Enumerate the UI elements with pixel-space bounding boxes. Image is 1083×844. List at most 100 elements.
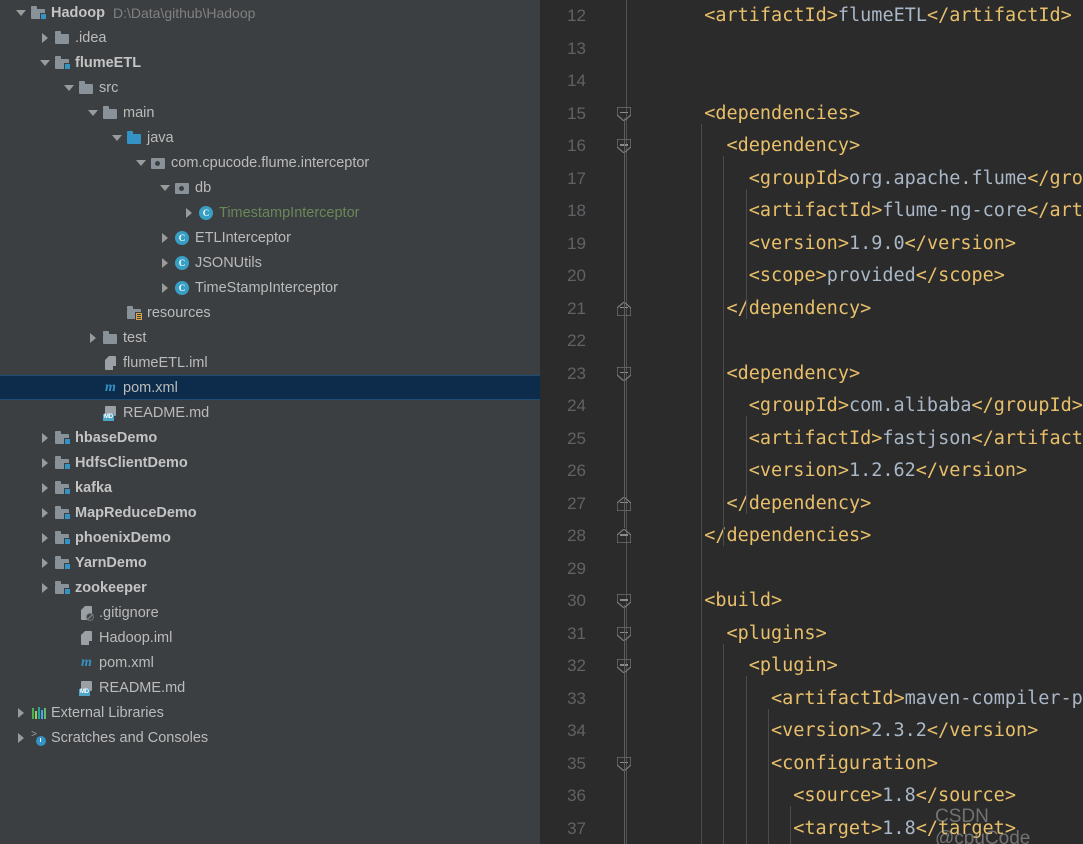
code-line[interactable]: 19 <version>1.9.0</version> <box>540 228 1083 261</box>
code-token: 1.8 <box>882 785 916 806</box>
fold-connector-line <box>623 800 625 844</box>
chevron-right-icon[interactable] <box>38 580 54 596</box>
pom-xml-editor[interactable]: 12 <artifactId>flumeETL</artifactId> 13 14 1… <box>540 0 1083 844</box>
tree-row[interactable]: C TimestampInterceptor <box>0 200 540 225</box>
tree-item-label: TimestampInterceptor <box>219 204 360 221</box>
tree-row[interactable]: flumeETL.iml <box>0 350 540 375</box>
code-line[interactable]: 27 </dependency> <box>540 488 1083 521</box>
line-number: 25 <box>567 428 586 448</box>
chevron-right-icon[interactable] <box>38 480 54 496</box>
chevron-down-icon[interactable] <box>158 180 174 196</box>
tree-row[interactable]: .gitignore <box>0 600 540 625</box>
tree-row[interactable]: test <box>0 325 540 350</box>
code-line[interactable]: 16 <dependency> <box>540 130 1083 163</box>
tree-row[interactable]: phoenixDemo <box>0 525 540 550</box>
code-line[interactable]: 23 <dependency> <box>540 358 1083 391</box>
tree-row[interactable]: HdfsClientDemo <box>0 450 540 475</box>
chevron-right-icon[interactable] <box>14 730 30 746</box>
code-line[interactable]: 30 <build> <box>540 585 1083 618</box>
chevron-right-icon[interactable] <box>38 530 54 546</box>
tree-item-label: pom.xml <box>123 379 178 396</box>
tree-item-label: flumeETL <box>75 54 142 71</box>
code-line[interactable]: 21 </dependency> <box>540 293 1083 326</box>
tree-row[interactable]: zookeeper <box>0 575 540 600</box>
project-tool-window[interactable]: Hadoop D:\Data\github\Hadoop .idea flumeETL… <box>0 0 540 844</box>
chevron-down-icon[interactable] <box>134 155 150 171</box>
code-line[interactable]: 28 </dependencies> <box>540 520 1083 553</box>
code-line[interactable]: 18 <artifactId>flume-ng-core</artifactId> <box>540 195 1083 228</box>
code-line[interactable]: 31 <plugins> <box>540 618 1083 651</box>
code-line[interactable]: 29 <box>540 553 1083 586</box>
code-line[interactable]: 35 <configuration> <box>540 748 1083 781</box>
chevron-right-icon[interactable] <box>38 455 54 471</box>
line-number: 12 <box>567 6 586 25</box>
tree-row[interactable]: External Libraries <box>0 700 540 725</box>
chevron-down-icon[interactable] <box>110 130 126 146</box>
chevron-right-icon[interactable] <box>14 705 30 721</box>
tree-row[interactable]: db <box>0 175 540 200</box>
tree-row[interactable]: >_ Scratches and Consoles <box>0 725 540 750</box>
code-line[interactable]: 26 <version>1.2.62</version> <box>540 455 1083 488</box>
chevron-down-icon[interactable] <box>38 55 54 71</box>
chevron-right-icon[interactable] <box>38 30 54 46</box>
tree-row[interactable]: m pom.xml <box>0 650 540 675</box>
chevron-right-icon[interactable] <box>38 430 54 446</box>
tree-row[interactable]: flumeETL <box>0 50 540 75</box>
tree-row[interactable]: Hadoop.iml <box>0 625 540 650</box>
tree-row[interactable]: src <box>0 75 540 100</box>
chevron-right-icon[interactable] <box>38 555 54 571</box>
chevron-right-icon[interactable] <box>158 255 174 271</box>
code-text: <target>1.8</target> <box>682 813 1016 844</box>
code-line[interactable]: 20 <scope>provided</scope> <box>540 260 1083 293</box>
tree-row[interactable]: MapReduceDemo <box>0 500 540 525</box>
chevron-down-icon[interactable] <box>62 80 78 96</box>
code-line[interactable]: 25 <artifactId>fastjson</artifactId> <box>540 423 1083 456</box>
code-line[interactable]: 24 <groupId>com.alibaba</groupId> <box>540 390 1083 423</box>
tree-row[interactable]: kafka <box>0 475 540 500</box>
code-token: <build> <box>704 590 783 611</box>
code-line[interactable]: 37 <target>1.8</target> <box>540 813 1083 844</box>
code-line[interactable]: 17 <groupId>org.apache.flume</groupId> <box>540 163 1083 196</box>
code-line[interactable]: 12 <artifactId>flumeETL</artifactId> <box>540 0 1083 33</box>
tree-row[interactable]: Hadoop D:\Data\github\Hadoop <box>0 0 540 25</box>
chevron-right-icon[interactable] <box>158 280 174 296</box>
tree-item-label: phoenixDemo <box>75 529 171 546</box>
code-line[interactable]: 22 <box>540 325 1083 358</box>
chevron-right-icon[interactable] <box>158 230 174 246</box>
tree-row[interactable]: com.cpucode.flume.interceptor <box>0 150 540 175</box>
chevron-down-icon[interactable] <box>86 105 102 121</box>
tree-item-label: README.md <box>123 404 210 421</box>
tree-row[interactable]: MD README.md <box>0 675 540 700</box>
tree-row-selected[interactable]: m pom.xml <box>0 375 540 400</box>
tree-row[interactable]: C ETLInterceptor <box>0 225 540 250</box>
tree-row[interactable]: MD README.md <box>0 400 540 425</box>
code-fold-marker[interactable] <box>617 529 631 543</box>
tree-item-label: resources <box>147 304 211 321</box>
tree-row[interactable]: hbaseDemo <box>0 425 540 450</box>
line-number: 26 <box>567 461 586 480</box>
tree-row[interactable]: .idea <box>0 25 540 50</box>
tree-row[interactable]: java <box>0 125 540 150</box>
code-line[interactable]: 36 <source>1.8</source> <box>540 780 1083 813</box>
code-line[interactable]: 34 <version>2.3.2</version> <box>540 715 1083 748</box>
code-line[interactable]: 13 <box>540 33 1083 66</box>
code-line[interactable]: 32 <plugin> <box>540 650 1083 683</box>
tree-row[interactable]: C TimeStampInterceptor <box>0 275 540 300</box>
tree-row[interactable]: YarnDemo <box>0 550 540 575</box>
code-line[interactable]: 33 <artifactId>maven-compiler-plugin</art… <box>540 683 1083 716</box>
chevron-right-icon[interactable] <box>182 205 198 221</box>
editor-lines[interactable]: 12 <artifactId>flumeETL</artifactId> 13 14 1… <box>540 0 1083 844</box>
tree-row[interactable]: resources <box>0 300 540 325</box>
chevron-right-icon[interactable] <box>86 330 102 346</box>
code-line[interactable]: 15 <dependencies> <box>540 98 1083 131</box>
chevron-down-icon[interactable] <box>14 5 30 21</box>
tree-item-label: kafka <box>75 479 113 496</box>
tree-row[interactable]: main <box>0 100 540 125</box>
tree-row[interactable]: C JSONUtils <box>0 250 540 275</box>
chevron-right-icon[interactable] <box>38 505 54 521</box>
markdown-file-icon: MD <box>102 405 119 421</box>
code-line[interactable]: 14 <box>540 65 1083 98</box>
code-text: <dependency> <box>682 130 860 163</box>
